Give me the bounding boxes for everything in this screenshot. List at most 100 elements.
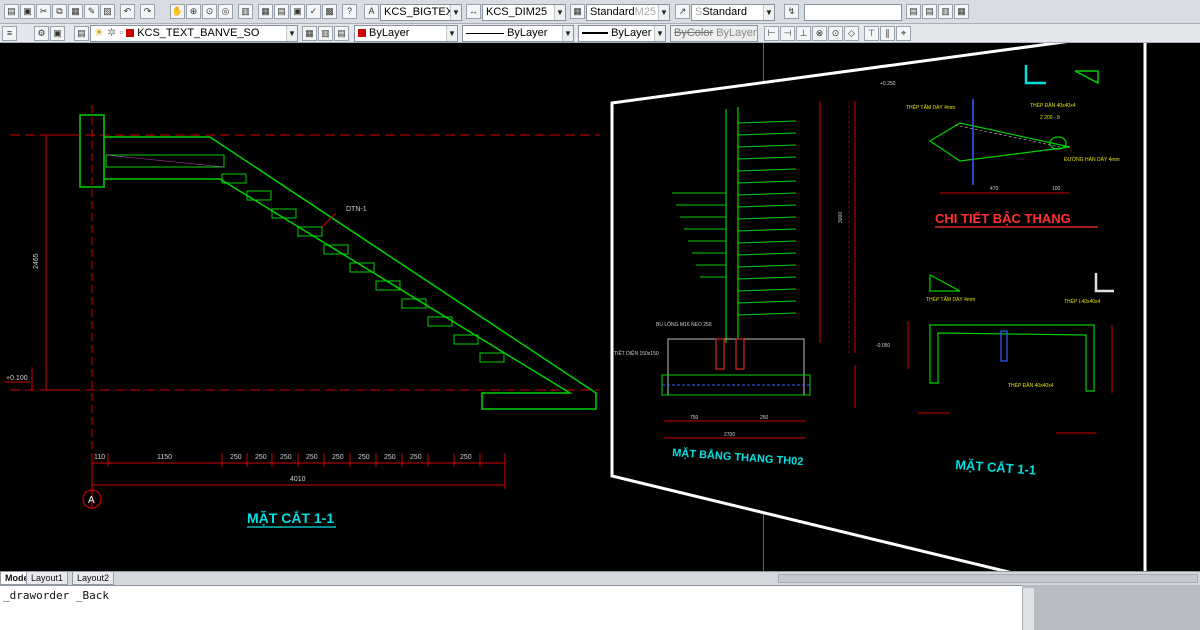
workspace-icon[interactable]: ↯ <box>784 4 799 19</box>
cut-icon[interactable]: ✂ <box>36 4 51 19</box>
open-icon[interactable]: ▤ <box>4 4 19 19</box>
zoom-realtime-icon[interactable]: ⊕ <box>186 4 201 19</box>
help-icon[interactable]: ? <box>342 4 357 19</box>
object-snap-icon-5[interactable]: ⊙ <box>828 26 843 41</box>
tool-icon-4[interactable]: ▦ <box>954 4 969 19</box>
command-line[interactable]: _draworder _Back <box>0 585 1022 630</box>
plan-note-section: TIẾT DIỆN 150x150 <box>614 349 659 357</box>
redo-icon[interactable]: ↷ <box>140 4 155 19</box>
text-style-combo[interactable]: KCS_BIGTEX ▼ <box>380 4 462 21</box>
match-properties-icon[interactable]: ✎ <box>84 4 99 19</box>
tool-icon-2[interactable]: ▤ <box>922 4 937 19</box>
table-style-combo[interactable]: StandardM25 ▼ <box>586 4 670 21</box>
block-editor-icon[interactable]: ▧ <box>100 4 115 19</box>
lineweight-combo[interactable]: ByLayer ▼ <box>578 25 666 42</box>
object-snap-icon-3[interactable]: ⊥ <box>796 26 811 41</box>
make-current-icon[interactable]: ▤ <box>74 26 89 41</box>
zoom-window-icon[interactable]: ⊙ <box>202 4 217 19</box>
chevron-down-icon: ▼ <box>446 26 457 41</box>
lightbulb-icon: ☀ <box>94 27 104 39</box>
tab-layout1[interactable]: Layout1 <box>26 572 69 585</box>
linetype-value: ByLayer <box>507 27 548 39</box>
sun-icon: ✲ <box>106 27 117 39</box>
dim-text: 250 <box>230 454 242 461</box>
section-elevation: -0.050 <box>876 343 890 349</box>
drawing-canvas[interactable]: DTN-1 2465 +0.100 110 1150 250 250 250 2… <box>0 43 1200 571</box>
table-style-ghost: M25 <box>634 6 657 18</box>
detail-note-angle: THÉP ĐẶN 40x40x4 <box>1030 102 1076 109</box>
dim-text: 250 <box>280 454 292 461</box>
object-snap-icon-1[interactable]: ⊢ <box>764 26 779 41</box>
calculator-icon[interactable]: ▩ <box>322 4 337 19</box>
detail-elevation: +0.250 <box>880 81 896 87</box>
layer-lock-icon[interactable]: ▤ <box>334 26 349 41</box>
section-note-plate: THÉP TẤM DÀY 4mm <box>926 296 975 303</box>
object-snap-icon-6[interactable]: ◇ <box>844 26 859 41</box>
dim-style-icon[interactable]: ↔ <box>466 4 481 19</box>
command-history: _draworder _Back <box>3 589 109 602</box>
tool-palettes-icon[interactable]: ▤ <box>274 4 289 19</box>
section-note-angle: THÉP L40x40x4 <box>1064 298 1101 305</box>
layer-previous-icon[interactable]: ▣ <box>50 26 65 41</box>
plan-dim-a: 750 <box>690 415 699 421</box>
tread <box>479 352 505 363</box>
command-line-side <box>1022 585 1200 630</box>
command-scrollbar[interactable] <box>1022 588 1034 630</box>
object-snap-icon-7[interactable]: ⊤ <box>864 26 879 41</box>
plan-side-dim: 3000 <box>838 212 844 223</box>
standard-toolbar: ▤ ▣ ✂ ⧉ ▦ ✎ ▧ ↶ ↷ ✋ ⊕ ⊙ ◎ ▥ ▦ ▤ ▣ ✓ ▩ ? … <box>0 0 1200 24</box>
chevron-down-icon: ▼ <box>450 5 461 20</box>
object-snap-icon-4[interactable]: ⊗ <box>812 26 827 41</box>
layer-match-icon[interactable]: ▦ <box>302 26 317 41</box>
linetype-combo[interactable]: ByLayer ▼ <box>462 25 574 42</box>
markup-icon[interactable]: ✓ <box>306 4 321 19</box>
tread <box>453 334 479 345</box>
sheet-set-icon[interactable]: ▣ <box>290 4 305 19</box>
properties-icon[interactable]: ▥ <box>238 4 253 19</box>
layer-color-swatch <box>126 29 135 38</box>
tool-icon-1[interactable]: ▤ <box>906 4 921 19</box>
stair-section[interactable]: DTN-1 2465 +0.100 110 1150 250 250 250 2… <box>4 105 600 528</box>
dim-text: 250 <box>384 454 396 461</box>
copy-icon[interactable]: ⧉ <box>52 4 67 19</box>
object-snap-icon-8[interactable]: ∥ <box>880 26 895 41</box>
dim-text: 110 <box>94 454 105 461</box>
tab-layout2[interactable]: Layout2 <box>72 572 115 585</box>
zoom-previous-icon[interactable]: ◎ <box>218 4 233 19</box>
undo-icon[interactable]: ↶ <box>120 4 135 19</box>
tread <box>246 190 272 201</box>
dim-text: 1150 <box>157 454 172 461</box>
layer-combo[interactable]: ☀ ✲ ▫ KCS_TEXT_BANVE_SO ▼ <box>90 25 298 42</box>
color-swatch <box>358 29 366 38</box>
plotstyle-value-2: ByLayer <box>716 27 757 39</box>
color-combo[interactable]: ByLayer ▼ <box>354 25 458 42</box>
save-icon[interactable]: ▣ <box>20 4 35 19</box>
text-style-icon[interactable]: A <box>364 4 379 19</box>
layer-freeze-icon[interactable]: ▥ <box>318 26 333 41</box>
lineweight-value: ByLayer <box>611 27 652 39</box>
dim-text: 250 <box>358 454 370 461</box>
tool-icon-3[interactable]: ▥ <box>938 4 953 19</box>
elevation-label: +0.100 <box>6 375 28 382</box>
perspective-panel[interactable]: BU LÔNG M16 NEO 250 TIẾT DIỆN 150x150 75… <box>610 43 1147 571</box>
dim-style-combo[interactable]: KCS_DIM25 ▼ <box>482 4 566 21</box>
multileader-style-icon[interactable]: ↗ <box>675 4 690 19</box>
table-style-icon[interactable]: ▦ <box>570 4 585 19</box>
object-snap-icon-9[interactable]: ⌖ <box>896 26 911 41</box>
chevron-down-icon: ▼ <box>286 26 297 41</box>
plan-dim-total: 2700 <box>724 432 735 438</box>
workspace-combo[interactable] <box>804 4 902 21</box>
paste-icon[interactable]: ▦ <box>68 4 83 19</box>
pan-icon[interactable]: ✋ <box>170 4 185 19</box>
layer-state-icon[interactable]: ⚙ <box>34 26 49 41</box>
chevron-down-icon: ▼ <box>658 5 669 20</box>
dim-text: 250 <box>332 454 344 461</box>
section-note-rib: THÉP ĐẶN 40x40x4 <box>1008 382 1054 389</box>
object-snap-icon-2[interactable]: ⊣ <box>780 26 795 41</box>
plotstyle-combo[interactable]: ByColor ByLayer <box>670 25 758 42</box>
section-title-left: MẶT CẮT 1-1 <box>247 509 334 526</box>
layer-manager-icon[interactable]: ≡ <box>2 26 17 41</box>
design-center-icon[interactable]: ▦ <box>258 4 273 19</box>
horizontal-scrollbar[interactable] <box>778 574 1198 583</box>
multileader-style-combo[interactable]: SStandard ▼ <box>691 4 775 21</box>
